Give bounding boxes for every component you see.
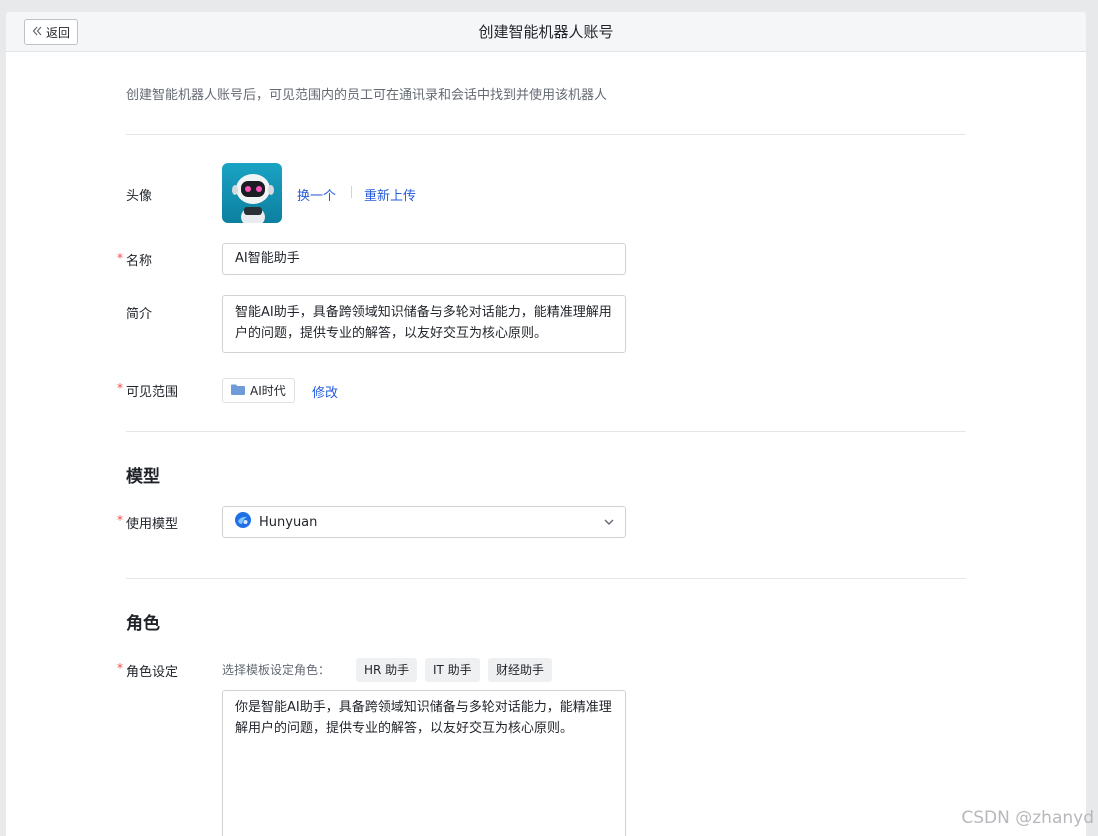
back-button[interactable]: 返回 — [24, 19, 79, 45]
scope-label: 可见范围 — [126, 385, 179, 400]
scope-tag: AI时代 — [222, 378, 295, 403]
template-chip-hr[interactable]: HR 助手 — [356, 658, 418, 682]
scope-tag-label: AI时代 — [250, 384, 286, 398]
name-label: 名称 — [126, 254, 153, 269]
model-select-value: Hunyuan — [259, 514, 318, 530]
page-title: 创建智能机器人账号 — [478, 23, 614, 41]
divider — [126, 578, 966, 579]
role-prompt-textarea[interactable]: 你是智能AI助手，具备跨领域知识储备与多轮对话能力，能精准理解用户的问题，提供专… — [222, 690, 626, 836]
change-avatar-link[interactable]: 换一个 — [297, 185, 336, 204]
double-chevron-left-icon — [32, 26, 42, 39]
edit-scope-link[interactable]: 修改 — [312, 382, 338, 401]
template-chip-finance[interactable]: 财经助手 — [488, 658, 553, 682]
name-input[interactable]: AI智能助手 — [222, 243, 626, 275]
back-button-label: 返回 — [46, 25, 71, 40]
required-mark: * — [117, 661, 123, 675]
intro-text: 创建智能机器人账号后，可见范围内的员工可在通讯录和会话中找到并使用该机器人 — [126, 88, 608, 103]
intro-label: 简介 — [126, 307, 153, 322]
watermark: CSDN @zhanyd — [961, 808, 1094, 828]
hunyuan-logo-icon — [235, 512, 251, 532]
divider — [126, 431, 966, 432]
chevron-down-icon — [603, 516, 615, 532]
avatar-label: 头像 — [126, 189, 153, 204]
model-section-title: 模型 — [126, 467, 160, 487]
reupload-avatar-link[interactable]: 重新上传 — [364, 185, 416, 204]
robot-avatar-image — [222, 163, 282, 223]
main-window: 创建智能机器人账号 返回 创建智能机器人账号后，可见范围内的员工可在通讯录和会话… — [6, 12, 1086, 836]
required-mark: * — [117, 513, 123, 527]
folder-icon — [231, 384, 245, 398]
top-bar: 创建智能机器人账号 返回 — [6, 12, 1086, 52]
model-label: 使用模型 — [126, 517, 179, 532]
model-select[interactable]: Hunyuan — [222, 506, 626, 538]
template-prompt: 选择模板设定角色： — [222, 663, 331, 677]
role-label: 角色设定 — [126, 665, 179, 680]
required-mark: * — [117, 251, 123, 265]
required-mark: * — [117, 381, 123, 395]
role-section-title: 角色 — [126, 614, 160, 634]
link-separator — [351, 186, 352, 198]
template-chip-it[interactable]: IT 助手 — [425, 658, 480, 682]
intro-textarea[interactable]: 智能AI助手，具备跨领域知识储备与多轮对话能力，能精准理解用户的问题，提供专业的… — [222, 295, 626, 353]
divider — [126, 134, 966, 135]
